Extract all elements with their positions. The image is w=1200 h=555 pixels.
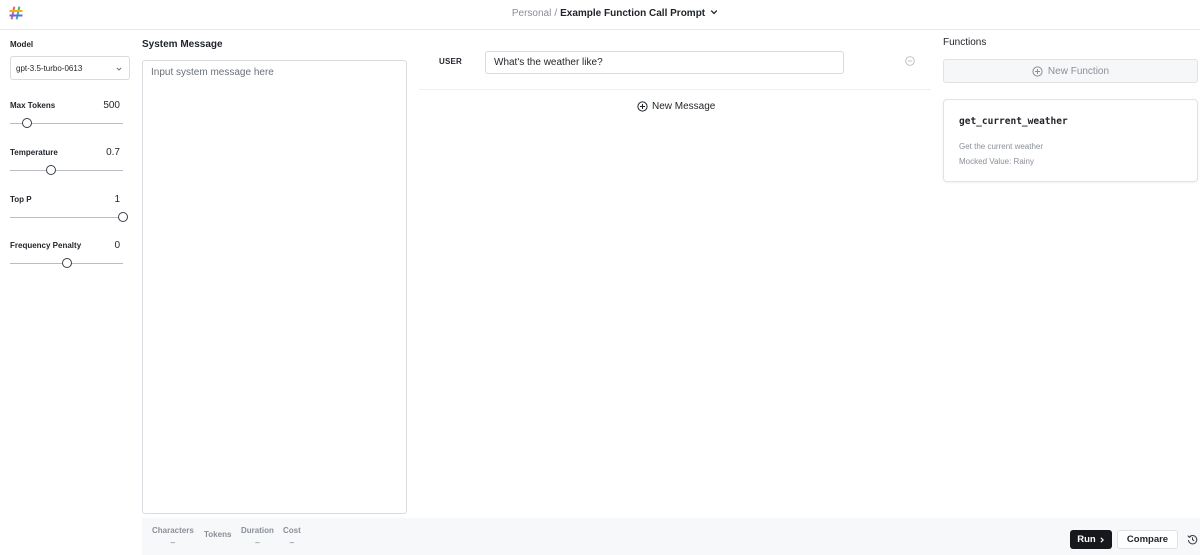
- function-description: Get the current weather: [959, 142, 1044, 151]
- top-bar: Personal / Example Function Call Prompt: [0, 0, 1200, 30]
- breadcrumb-workspace[interactable]: Personal: [512, 8, 551, 19]
- max-tokens-slider[interactable]: [10, 118, 123, 130]
- model-label: Model: [10, 40, 34, 49]
- compare-button[interactable]: Compare: [1117, 530, 1178, 549]
- breadcrumb: Personal / Example Function Call Prompt: [0, 8, 1200, 19]
- new-function-button[interactable]: New Function: [943, 59, 1198, 83]
- stat-cost: Cost –: [283, 526, 301, 547]
- remove-message-icon[interactable]: [905, 56, 915, 66]
- top-p-label: Top P: [10, 195, 32, 204]
- new-function-label: New Function: [1047, 65, 1110, 77]
- compare-button-label: Compare: [1126, 534, 1169, 545]
- temperature-label: Temperature: [10, 148, 58, 157]
- function-card[interactable]: get_current_weather Get the current weat…: [943, 99, 1198, 182]
- frequency-penalty-param: Frequency Penalty 0: [10, 240, 131, 281]
- slider-track: [10, 217, 123, 218]
- max-tokens-param: Max Tokens 500: [10, 100, 131, 141]
- stat-characters: Characters –: [152, 526, 194, 547]
- function-name: get_current_weather: [959, 116, 1068, 127]
- temperature-param: Temperature 0.7: [10, 147, 131, 188]
- frequency-penalty-slider[interactable]: [10, 258, 123, 270]
- plus-circle-icon: [637, 101, 648, 112]
- system-message-input[interactable]: [142, 60, 407, 514]
- stat-duration: Duration –: [241, 526, 274, 547]
- breadcrumb-separator: /: [554, 8, 558, 19]
- stat-cost-value: –: [289, 538, 295, 547]
- message-divider: [419, 89, 931, 90]
- slider-track: [10, 170, 123, 171]
- new-message-label: New Message: [652, 101, 716, 112]
- slider-thumb[interactable]: [21, 118, 32, 128]
- stat-cost-label: Cost: [283, 526, 301, 535]
- slider-thumb[interactable]: [61, 258, 72, 268]
- stat-duration-value: –: [255, 538, 260, 547]
- stat-tokens-label: Tokens: [204, 530, 232, 539]
- slider-thumb[interactable]: [118, 212, 128, 222]
- breadcrumb-prompt-name[interactable]: Example Function Call Prompt: [560, 8, 705, 19]
- run-button-label: Run: [1077, 534, 1096, 545]
- system-message-title: System Message: [142, 39, 223, 50]
- slider-thumb[interactable]: [45, 165, 56, 175]
- max-tokens-label: Max Tokens: [10, 101, 56, 110]
- temperature-slider[interactable]: [10, 165, 123, 177]
- chevron-down-icon[interactable]: [710, 8, 718, 16]
- stat-duration-label: Duration: [241, 526, 274, 535]
- footer-bar: Characters – Tokens Duration – Cost – Ru…: [142, 518, 1200, 555]
- frequency-penalty-label: Frequency Penalty: [10, 241, 82, 250]
- function-mocked-value: Mocked Value: Rainy: [959, 157, 1034, 166]
- message-role-toggle[interactable]: USER: [439, 57, 462, 66]
- functions-title: Functions: [943, 37, 987, 48]
- top-p-value[interactable]: 1: [114, 194, 120, 205]
- chevron-down-icon: [116, 67, 122, 71]
- chevron-right-icon: [1100, 536, 1104, 543]
- user-message-input[interactable]: [485, 51, 844, 74]
- stat-characters-label: Characters: [152, 526, 194, 535]
- stat-tokens: Tokens: [204, 530, 231, 542]
- model-select-value: gpt-3.5-turbo-0613: [16, 64, 83, 73]
- frequency-penalty-value[interactable]: 0: [114, 240, 120, 251]
- max-tokens-value[interactable]: 500: [103, 100, 120, 111]
- new-message-button[interactable]: New Message: [637, 101, 715, 112]
- history-icon[interactable]: [1187, 534, 1198, 545]
- top-p-param: Top P 1: [10, 194, 131, 235]
- stat-characters-value: –: [170, 538, 176, 547]
- temperature-value[interactable]: 0.7: [106, 147, 120, 158]
- run-button[interactable]: Run: [1070, 530, 1112, 549]
- top-p-slider[interactable]: [10, 212, 128, 224]
- model-select[interactable]: gpt-3.5-turbo-0613: [10, 56, 130, 80]
- plus-circle-icon: [1032, 65, 1043, 77]
